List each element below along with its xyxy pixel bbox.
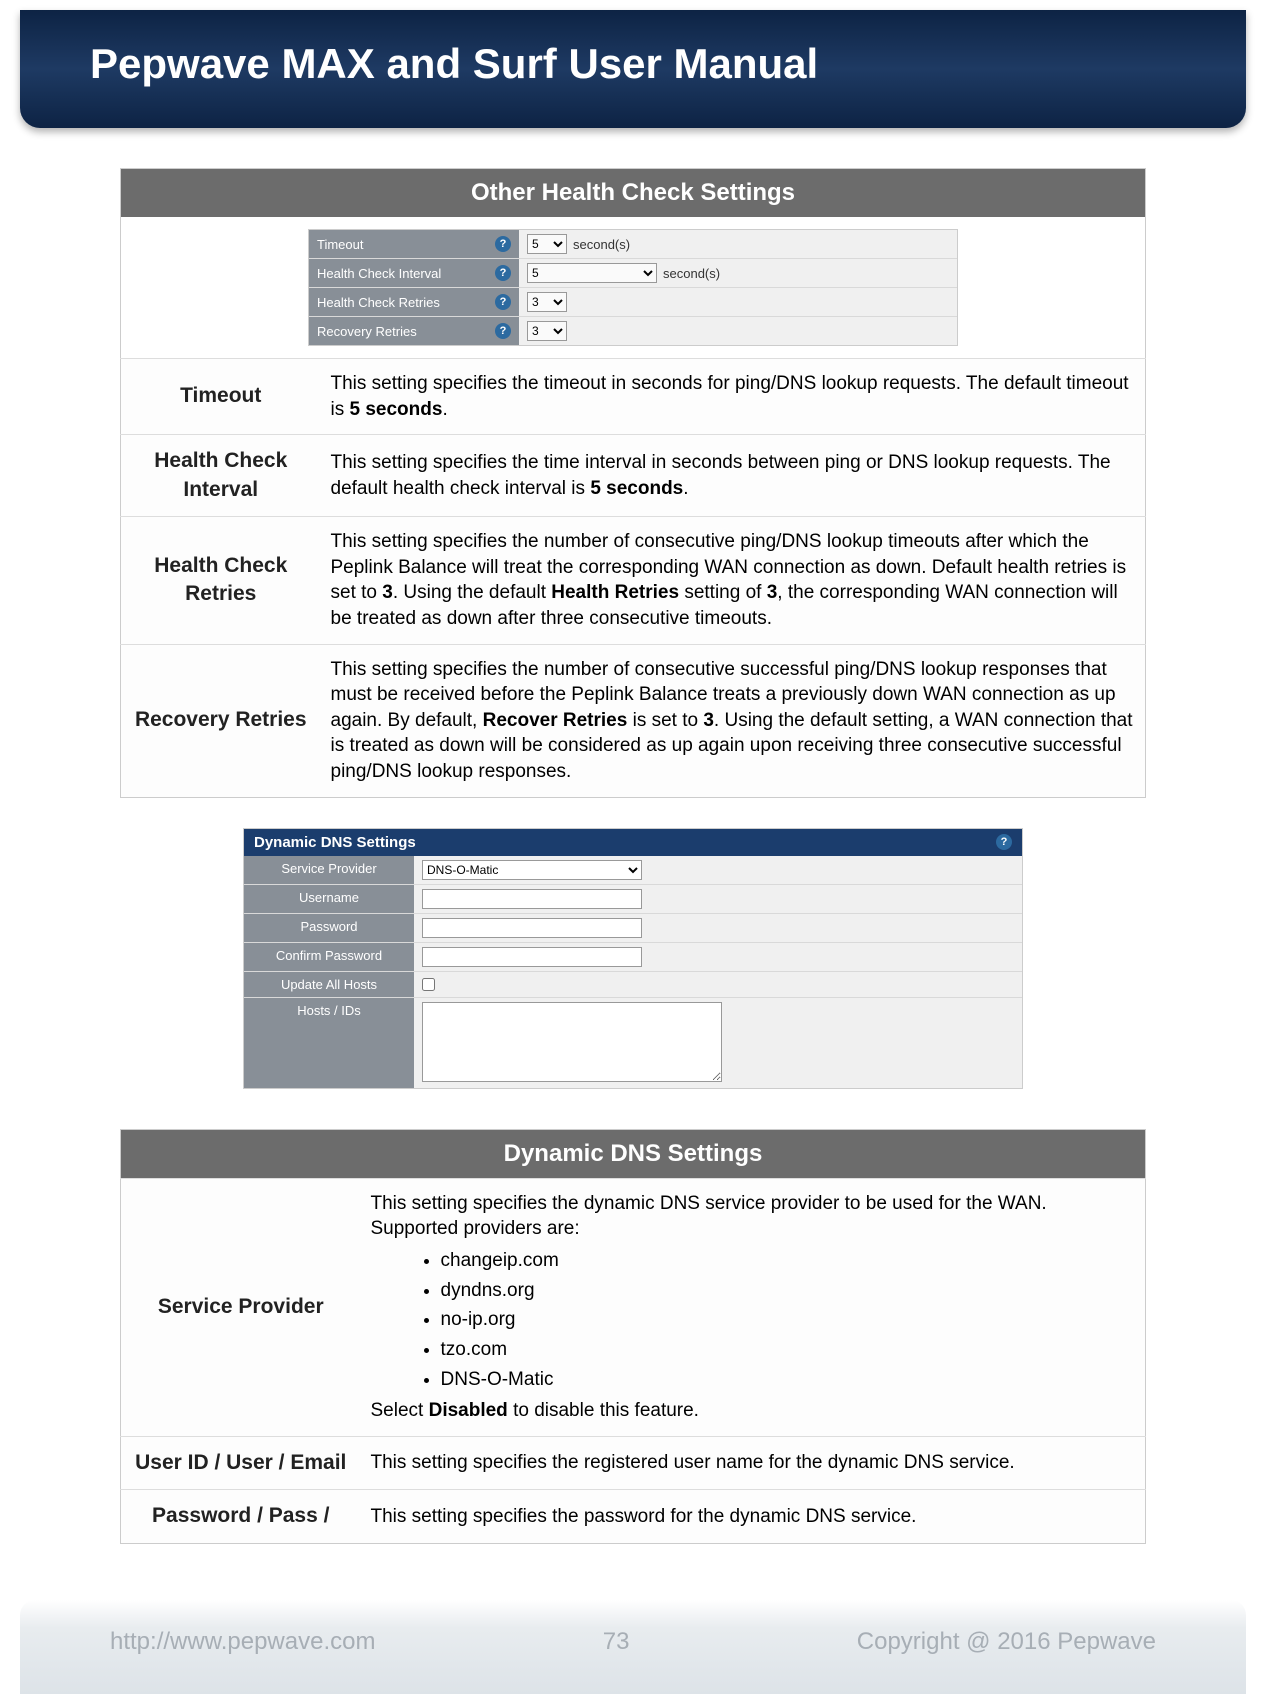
username-input[interactable] — [422, 889, 642, 909]
row-label: Recovery Retries — [121, 644, 321, 797]
list-item: dyndns.org — [441, 1278, 1136, 1304]
unit-label: second(s) — [663, 266, 720, 281]
confirm-password-input[interactable] — [422, 947, 642, 967]
mini-label: Timeout — [317, 237, 363, 252]
dns-label: Confirm Password — [244, 943, 414, 971]
help-icon[interactable]: ? — [996, 834, 1012, 850]
row-value: This setting specifies the number of con… — [321, 644, 1146, 797]
list-item: DNS-O-Matic — [441, 1367, 1136, 1393]
help-icon[interactable]: ? — [495, 323, 511, 339]
other-health-check-table: Other Health Check Settings Timeout? 5 se… — [120, 168, 1146, 798]
list-item: changeip.com — [441, 1248, 1136, 1274]
dns-label: Hosts / IDs — [244, 998, 414, 1088]
mini-label: Health Check Interval — [317, 266, 441, 281]
timeout-select[interactable]: 5 — [527, 234, 567, 254]
hosts-ids-textarea[interactable] — [422, 1002, 722, 1082]
row-label: Health Check Interval — [121, 435, 321, 517]
row-value: This setting specifies the dynamic DNS s… — [361, 1178, 1146, 1436]
footer-url: http://www.pepwave.com — [110, 1628, 375, 1656]
content-area: Other Health Check Settings Timeout? 5 se… — [0, 128, 1266, 1544]
help-icon[interactable]: ? — [495, 265, 511, 281]
row-value: This setting specifies the password for … — [361, 1490, 1146, 1543]
intro-text: This setting specifies the dynamic DNS s… — [371, 1191, 1136, 1242]
page-footer: http://www.pepwave.com 73 Copyright @ 20… — [20, 1600, 1246, 1694]
dns-form-title: Dynamic DNS Settings — [254, 834, 416, 851]
row-label: Timeout — [121, 359, 321, 435]
row-value: This setting specifies the time interval… — [321, 435, 1146, 517]
header-band: Pepwave MAX and Surf User Manual — [20, 10, 1246, 128]
document-title: Pepwave MAX and Surf User Manual — [90, 40, 1176, 88]
row-value: This setting specifies the number of con… — [321, 516, 1146, 644]
service-provider-select[interactable]: DNS-O-Matic — [422, 860, 642, 880]
dns-label: Service Provider — [244, 856, 414, 884]
health-check-form-screenshot: Timeout? 5 second(s) Health Check Interva… — [121, 217, 1146, 359]
mini-label: Recovery Retries — [317, 324, 417, 339]
retries-select[interactable]: 3 — [527, 292, 567, 312]
dynamic-dns-form: Dynamic DNS Settings ? Service Provider … — [243, 828, 1023, 1089]
page-number: 73 — [603, 1628, 630, 1656]
interval-select[interactable]: 5 — [527, 263, 657, 283]
row-label: Password / Pass / — [121, 1490, 361, 1543]
unit-label: second(s) — [573, 237, 630, 252]
health-check-mini-form: Timeout? 5 second(s) Health Check Interva… — [308, 229, 958, 346]
dns-label: Password — [244, 914, 414, 942]
section-header: Dynamic DNS Settings — [121, 1129, 1146, 1178]
footer-copyright: Copyright @ 2016 Pepwave — [857, 1628, 1156, 1656]
row-label: Service Provider — [121, 1178, 361, 1436]
row-label: Health Check Retries — [121, 516, 321, 644]
row-label: User ID / User / Email — [121, 1436, 361, 1489]
section-header: Other Health Check Settings — [121, 169, 1146, 218]
dns-form-header: Dynamic DNS Settings ? — [244, 829, 1022, 856]
dns-label: Update All Hosts — [244, 972, 414, 997]
mini-label: Health Check Retries — [317, 295, 440, 310]
dynamic-dns-settings-table: Dynamic DNS Settings Service Provider Th… — [120, 1129, 1146, 1544]
dns-form-screenshot-wrapper: Dynamic DNS Settings ? Service Provider … — [120, 828, 1146, 1089]
list-item: no-ip.org — [441, 1307, 1136, 1333]
provider-list: changeip.com dyndns.org no-ip.org tzo.co… — [441, 1248, 1136, 1392]
help-icon[interactable]: ? — [495, 236, 511, 252]
password-input[interactable] — [422, 918, 642, 938]
row-value: This setting specifies the timeout in se… — [321, 359, 1146, 435]
recovery-select[interactable]: 3 — [527, 321, 567, 341]
update-all-hosts-checkbox[interactable] — [422, 978, 435, 991]
row-value: This setting specifies the registered us… — [361, 1436, 1146, 1489]
outro-text: Select Disabled to disable this feature. — [371, 1398, 1136, 1424]
help-icon[interactable]: ? — [495, 294, 511, 310]
page: Pepwave MAX and Surf User Manual Other H… — [0, 10, 1266, 1694]
list-item: tzo.com — [441, 1337, 1136, 1363]
dns-label: Username — [244, 885, 414, 913]
